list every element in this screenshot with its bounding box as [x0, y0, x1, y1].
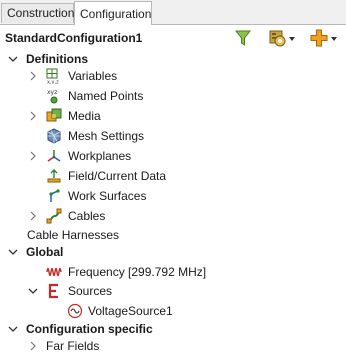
tab-construction[interactable]: Construction	[1, 3, 74, 23]
svg-text:xyz: xyz	[47, 89, 57, 96]
field-data-icon	[47, 169, 61, 183]
add-icon	[310, 29, 328, 47]
tree-item-variables[interactable]: x,y,z Variables	[0, 66, 346, 86]
variables-icon: x,y,z	[46, 68, 59, 85]
tab-strip: Construction Configuration	[0, 0, 346, 25]
tree-label-workplanes: Workplanes	[68, 149, 132, 163]
tree-label-cables: Cables	[68, 209, 106, 223]
add-button[interactable]	[309, 28, 339, 48]
tree-label-sources: Sources	[68, 284, 113, 298]
tree-label-voltagesource1: VoltageSource1	[88, 304, 173, 318]
frequency-icon	[46, 267, 62, 277]
chevron-right-icon[interactable]	[28, 211, 38, 221]
tree-label-definitions: Definitions	[26, 52, 88, 66]
tree-item-field-current-data[interactable]: Field/Current Data	[0, 166, 346, 186]
tree-label-cable-harnesses: Cable Harnesses	[27, 228, 120, 242]
tree-label-configuration-specific: Configuration specific	[26, 322, 153, 336]
configuration-title: StandardConfiguration1	[5, 31, 143, 45]
configuration-header: StandardConfiguration1	[0, 26, 346, 50]
tab-configuration[interactable]: Configuration	[74, 1, 152, 25]
chevron-right-icon[interactable]	[28, 111, 38, 121]
cables-icon	[46, 208, 62, 224]
media-icon	[46, 108, 62, 122]
tree-item-far-fields[interactable]: Far Fields	[0, 336, 346, 356]
tree-item-work-surfaces[interactable]: Work Surfaces	[0, 186, 346, 206]
tree-label-far-fields: Far Fields	[46, 339, 100, 353]
workplanes-icon	[47, 150, 61, 162]
tree-item-sources[interactable]: Sources	[0, 281, 346, 301]
chevron-down-icon	[331, 37, 337, 41]
tree-label-media: Media	[68, 109, 101, 123]
config-settings-icon	[269, 30, 286, 47]
chevron-down-icon[interactable]	[8, 324, 18, 334]
chevron-down-icon[interactable]	[8, 247, 18, 257]
config-settings-button[interactable]	[268, 28, 296, 48]
tree-item-named-points[interactable]: xyz Named Points	[0, 86, 346, 106]
chevron-right-icon[interactable]	[28, 341, 38, 351]
filter-icon	[234, 30, 252, 46]
tree-item-mesh-settings[interactable]: Mesh Settings	[0, 126, 346, 146]
filter-button[interactable]	[234, 28, 252, 48]
tree-item-workplanes[interactable]: Workplanes	[0, 146, 346, 166]
svg-text:x,y,z: x,y,z	[47, 80, 59, 85]
mesh-settings-icon	[47, 128, 61, 144]
tree-label-variables: Variables	[68, 69, 118, 83]
named-points-icon: xyz	[47, 89, 58, 104]
tree-label-mesh-settings: Mesh Settings	[68, 129, 145, 143]
chevron-down-icon	[289, 37, 295, 41]
tree-label-field-current-data: Field/Current Data	[68, 169, 167, 183]
work-surfaces-icon	[49, 189, 60, 202]
tree-item-cables[interactable]: Cables	[0, 206, 346, 226]
voltage-source-icon	[67, 303, 83, 319]
tree-label-global: Global	[26, 245, 64, 259]
tree-item-frequency[interactable]: Frequency [299.792 MHz]	[0, 262, 346, 282]
tree-node-global[interactable]: Global	[0, 242, 346, 262]
sources-icon	[48, 283, 58, 299]
tree-item-voltagesource1[interactable]: VoltageSource1	[0, 301, 346, 321]
tree-label-frequency: Frequency [299.792 MHz]	[68, 265, 207, 279]
tree-label-named-points: Named Points	[68, 89, 144, 103]
chevron-down-icon[interactable]	[8, 54, 18, 64]
chevron-right-icon[interactable]	[28, 71, 38, 81]
tree-label-work-surfaces: Work Surfaces	[68, 189, 147, 203]
tree-item-media[interactable]: Media	[0, 106, 346, 126]
chevron-right-icon[interactable]	[28, 151, 38, 161]
chevron-down-icon[interactable]	[28, 286, 38, 296]
